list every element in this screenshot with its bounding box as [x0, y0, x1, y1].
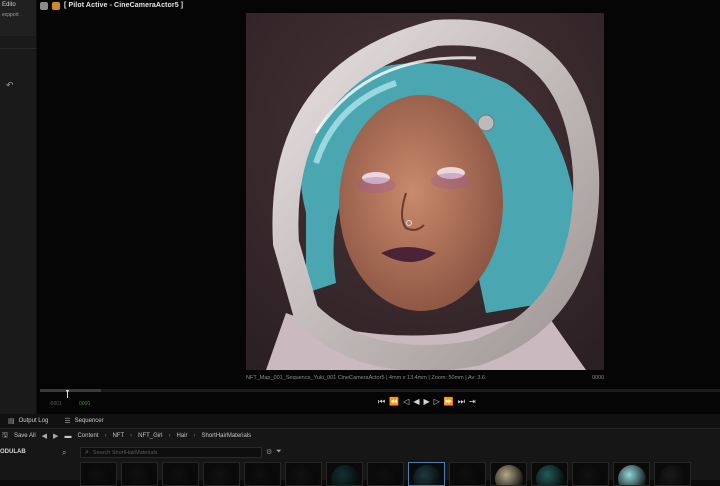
step-back-key-icon[interactable]: ⏪	[389, 397, 399, 407]
material-preview-sphere	[85, 465, 113, 485]
material-preview-sphere	[618, 465, 646, 485]
camera-icon[interactable]	[40, 1, 48, 10]
tab-sequencer[interactable]: ☰ Sequencer	[56, 414, 111, 428]
asset-thumbnail[interactable]	[80, 462, 117, 486]
step-forward-key-icon[interactable]: ⏩	[444, 397, 454, 407]
folder-icon: ▬	[64, 432, 72, 440]
material-preview-sphere	[413, 465, 441, 485]
jump-to-start-icon[interactable]: ⏮	[378, 397, 385, 407]
folder-tree-label[interactable]: ODULAB	[0, 449, 26, 455]
breadcrumb-content[interactable]: Content	[77, 433, 98, 439]
asset-thumbnail[interactable]	[531, 462, 568, 486]
tab-sequencer-label: Sequencer	[74, 418, 104, 424]
camera-info-caption: NFT_Map_001_Sequence_Yuki_001 CineCamera…	[246, 375, 485, 381]
material-preview-sphere	[659, 465, 687, 485]
save-icon[interactable]: 🖫	[2, 431, 8, 442]
frame-start-field[interactable]: -0001	[49, 401, 62, 407]
asset-thumbnail[interactable]	[572, 462, 609, 486]
output-log-icon: ▤	[8, 418, 15, 425]
material-preview-sphere	[372, 465, 400, 485]
asset-grid	[80, 462, 720, 486]
asset-thumbnail[interactable]	[408, 462, 445, 486]
asset-search-box[interactable]: ⌕	[80, 447, 262, 458]
breadcrumb-separator: ›	[168, 433, 171, 439]
asset-thumbnail[interactable]	[162, 462, 199, 486]
asset-thumbnail[interactable]	[654, 462, 691, 486]
breadcrumb-shorthairmaterials[interactable]: ShortHairMaterials	[201, 433, 251, 439]
asset-thumbnail[interactable]	[367, 462, 404, 486]
material-preview-sphere	[249, 465, 277, 485]
asset-thumbnail[interactable]	[326, 462, 363, 486]
material-preview-sphere	[577, 465, 605, 485]
sequencer-icon: ☰	[64, 418, 71, 425]
render-preview-image	[246, 13, 604, 370]
transport-controls: ⏮ ⏪ ◁ ◀ ▶ ▷ ⏩ ⏭ ⇥	[378, 397, 476, 407]
breadcrumb-nft[interactable]: NFT	[112, 433, 124, 439]
asset-search-input[interactable]	[92, 449, 253, 456]
material-preview-sphere	[495, 465, 523, 485]
viewport-header: [ Pilot Active - CineCameraActor5 ]	[40, 0, 183, 11]
content-browser-toolbar: 🖫 Save All ◀ ▶ ▬ Content › NFT › NFT_Gir…	[0, 429, 720, 443]
left-panel-title: Edito	[2, 2, 16, 8]
asset-thumbnail[interactable]	[449, 462, 486, 486]
material-preview-sphere	[331, 465, 359, 485]
jump-to-end-icon[interactable]: ⏭	[458, 397, 465, 407]
material-preview-sphere	[208, 465, 236, 485]
material-preview-sphere	[167, 465, 195, 485]
filter-icon[interactable]: ⏷	[276, 448, 282, 456]
asset-thumbnail[interactable]	[244, 462, 281, 486]
search-icon: ⌕	[85, 448, 89, 456]
left-panel-subtitle: ecpport	[2, 12, 19, 18]
breadcrumb-hair[interactable]: Hair	[176, 433, 187, 439]
settings-icon[interactable]: ⚙	[266, 448, 272, 456]
asset-thumbnail[interactable]	[203, 462, 240, 486]
breadcrumb-separator: ›	[193, 433, 196, 439]
asset-thumbnail[interactable]	[285, 462, 322, 486]
material-preview-sphere	[454, 465, 482, 485]
history-back-icon[interactable]: ◀	[42, 432, 47, 440]
tab-output-log-label: Output Log	[18, 418, 49, 424]
timeline-scrubber[interactable]	[40, 389, 720, 392]
asset-thumbnail[interactable]	[121, 462, 158, 486]
material-preview-sphere	[126, 465, 154, 485]
left-panel-header[interactable]: Edito ecpport	[0, 0, 36, 36]
asset-thumbnail[interactable]	[613, 462, 650, 486]
timeline-progress	[40, 389, 102, 392]
breadcrumb-separator: ›	[104, 433, 107, 439]
pilot-active-label: [ Pilot Active - CineCameraActor5 ]	[64, 2, 184, 9]
history-forward-icon[interactable]: ▶	[53, 432, 58, 440]
material-preview-sphere	[290, 465, 318, 485]
asset-thumbnail[interactable]	[490, 462, 527, 486]
undo-icon[interactable]: ↶	[6, 80, 14, 91]
tab-output-log[interactable]: ▤ Output Log	[0, 414, 56, 428]
step-back-frame-icon[interactable]: ◁	[403, 397, 409, 407]
material-preview-sphere	[536, 465, 564, 485]
left-panel-divider	[0, 48, 36, 49]
pilot-icon[interactable]	[52, 1, 60, 10]
play-icon[interactable]: ▶	[423, 397, 429, 407]
playhead-marker[interactable]	[66, 385, 69, 398]
frame-end-field[interactable]: 0000	[79, 401, 90, 407]
search-icon[interactable]: ⌕	[62, 448, 66, 458]
breadcrumb-separator: ›	[130, 433, 133, 439]
left-panel	[0, 0, 37, 414]
breadcrumb-nft-girl[interactable]: NFT_Girl	[138, 433, 162, 439]
current-frame-readout: 0000	[592, 375, 605, 381]
loop-icon[interactable]: ⇥	[469, 397, 476, 407]
bottom-tab-bar: ▤ Output Log ☰ Sequencer	[0, 414, 720, 429]
step-forward-frame-icon[interactable]: ▷	[434, 397, 440, 407]
play-reverse-icon[interactable]: ◀	[413, 397, 419, 407]
save-all-button[interactable]: Save All	[14, 433, 36, 439]
